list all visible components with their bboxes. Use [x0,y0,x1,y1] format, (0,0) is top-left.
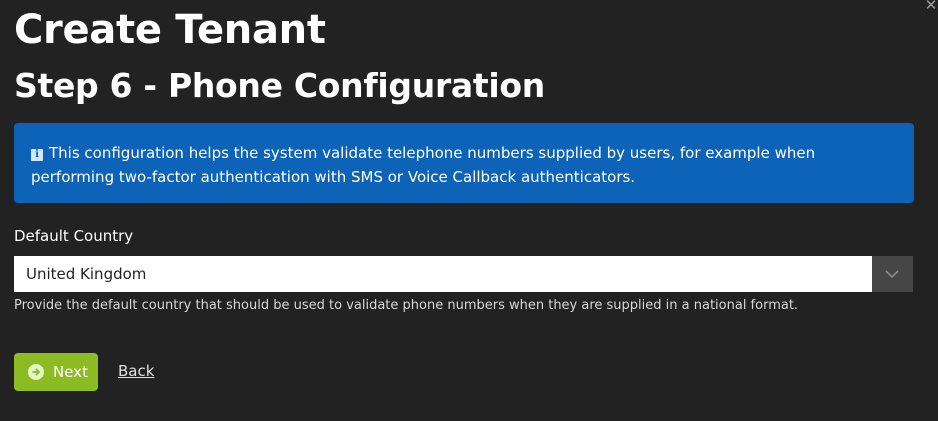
back-link[interactable]: Back [114,360,154,382]
default-country-help: Provide the default country that should … [14,298,799,313]
default-country-label: Default Country [14,227,134,245]
step-subtitle: Step 6 - Phone Configuration [14,66,545,105]
default-country-select[interactable]: United Kingdom [14,256,913,292]
next-button[interactable]: Next [14,353,98,391]
next-button-label: Next [53,363,88,381]
info-icon: i [31,149,43,161]
info-message-text: This configuration helps the system vali… [31,144,816,186]
page-title: Create Tenant [14,7,326,53]
info-message: i This configuration helps the system val… [14,123,914,203]
arrow-right-circle-icon [28,364,44,380]
close-icon[interactable]: ✕ [924,0,938,13]
default-country-value[interactable]: United Kingdom [14,256,872,292]
dropdown-toggle-button[interactable] [872,256,913,292]
chevron-down-icon [885,270,899,279]
